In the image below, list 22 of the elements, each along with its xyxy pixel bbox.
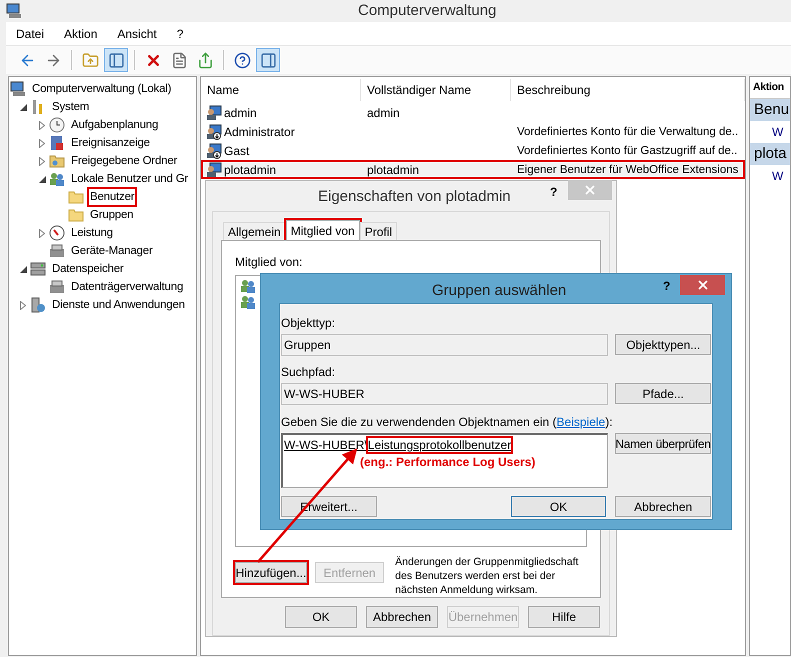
table-cell-text: admin	[224, 104, 257, 122]
table-cell: Vordefiniertes Konto für die Verwaltung de..	[517, 126, 738, 138]
note-text: Änderungen der Gruppenmitgliedschaft des Benutzers werden erst bei der nächsten Anmeldung wirksam.	[395, 555, 580, 597]
annotation-text: (eng.: Performance Log Users)	[360, 454, 536, 471]
table-cell-text: plotadmin	[224, 162, 276, 178]
object-type-field: Gruppen	[281, 334, 608, 356]
table-cell-text: Gast	[224, 142, 250, 160]
field-label: Geben Sie die zu verwendenden Objektnamen ein (	[281, 414, 557, 430]
table-cell: admin	[367, 106, 400, 120]
field-label: Objekttyp:	[281, 315, 336, 331]
field-label: Suchpfad:	[281, 364, 336, 380]
panel-header: Aktion	[753, 80, 784, 95]
field-label: Mitglied von:	[235, 254, 304, 271]
window-title: Computerverwaltung	[358, 1, 496, 21]
table-cell-text: Administrator	[224, 124, 295, 140]
table-cell: plotadmin	[367, 162, 420, 176]
table-cell: Vordefiniertes Konto für Gastzugriff auf de..	[517, 144, 738, 157]
dialog-title: Eigenschaften von plotadmin	[318, 187, 511, 207]
field-label: ):	[605, 414, 613, 430]
dialog-title: Gruppen auswählen	[432, 281, 566, 301]
table-cell: Eigener Benutzer für WebOffice Extensions	[517, 164, 738, 176]
search-path-field: W-WS-HUBER	[281, 383, 608, 405]
